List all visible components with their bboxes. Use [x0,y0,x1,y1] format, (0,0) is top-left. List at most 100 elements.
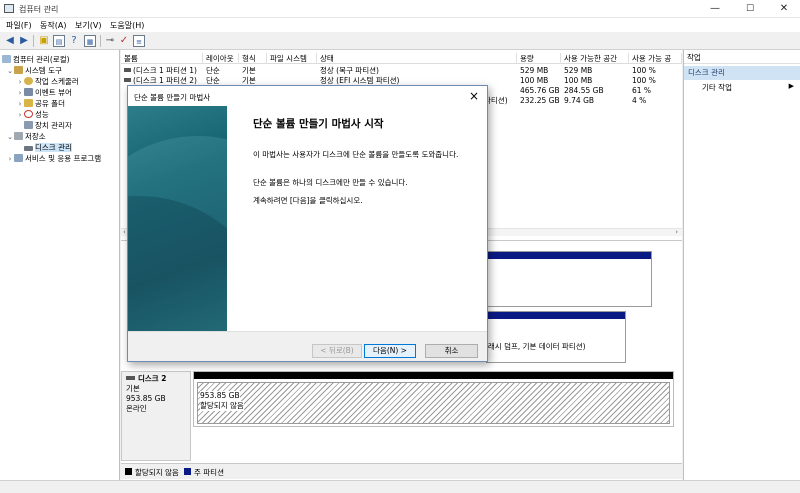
actions-header: 작업 [684,52,800,64]
disk-icon [126,376,135,380]
device-manager-icon [24,121,33,129]
tree-item-disk-management[interactable]: 디스크 관리 [24,142,72,153]
tree-item-task-scheduler[interactable]: › 작업 스케줄러 [16,76,79,87]
checklist-icon[interactable]: ✓ [118,35,130,47]
back-button[interactable]: < 뒤로(B) [312,344,362,358]
toolbar: ◀ ▶ ▣ ▤ ? ▦ ⊸ ✓ ≡ [0,32,800,50]
window-title: 컴퓨터 관리 [19,5,59,14]
wizard-banner-image [128,106,227,331]
properties-icon[interactable]: ▦ [84,35,96,47]
partition-block[interactable] [486,251,652,307]
clock-icon [24,77,33,85]
forward-arrow-icon[interactable]: ▶ [18,35,30,47]
tree-item-system-tools[interactable]: ⌄ 시스템 도구 [6,65,62,76]
legend-unallocated-label: 할당되지 않음 [135,468,179,477]
disk2-type: 기본 [126,384,140,393]
partition-status-text: 크래시 덤프, 기본 데이터 파티션) [481,342,586,351]
back-arrow-icon[interactable]: ◀ [4,35,16,47]
unallocated-bar [194,372,673,379]
actions-more[interactable]: 기타 작업 [702,82,732,93]
wizard-heading: 단순 볼륨 만들기 마법사 시작 [253,118,384,130]
toolbar-separator [100,35,101,47]
dialog-close-icon[interactable]: × [469,89,479,103]
disk2-name: 디스크 2 [138,374,167,383]
menu-file[interactable]: 파일(F) [6,20,32,31]
scroll-left-icon[interactable]: ‹ [123,228,126,236]
storage-icon [14,132,23,140]
column-capacity[interactable]: 용량 [517,53,561,64]
primary-partition-bar [487,312,625,319]
partition-block[interactable]: 크래시 덤프, 기본 데이터 파티션) [481,311,626,363]
close-button[interactable]: ✕ [767,0,800,18]
disk2-label[interactable]: 디스크 2 기본 953.85 GB 온라인 [121,371,191,461]
performance-icon [24,110,33,118]
chevron-right-icon[interactable]: › [6,154,14,165]
tools-icon [14,66,23,74]
disk2-size: 953.85 GB [126,394,166,403]
tree-item-event-viewer[interactable]: › 이벤트 뷰어 [16,87,72,98]
primary-partition-bar [487,252,651,259]
actions-disk-management[interactable]: 디스크 관리 [684,66,800,80]
computer-management-icon [4,4,14,13]
services-icon [14,154,23,162]
toolbar-separator [33,35,34,47]
list-icon[interactable]: ≡ [133,35,145,47]
disk2-status: 온라인 [126,404,147,413]
tree-item-shared-folders[interactable]: › 공유 폴더 [16,98,65,109]
next-button[interactable]: 다음(N) > [364,344,416,358]
menu-bar: 파일(F) 동작(A) 보기(V) 도움말(H) [0,18,800,32]
chevron-down-icon[interactable]: ⌄ [6,132,14,143]
legend: 할당되지 않음 주 파티션 [121,463,682,479]
disk-icon [24,146,33,151]
tree-item-root[interactable]: 컴퓨터 관리(로컬) [2,54,70,65]
menu-help[interactable]: 도움말(H) [110,20,144,31]
menu-action[interactable]: 동작(A) [40,20,66,31]
scroll-right-icon[interactable]: › [675,228,678,236]
connect-icon[interactable]: ⊸ [104,35,116,47]
computer-icon [2,55,11,63]
column-volume[interactable]: 볼륨 [121,53,203,64]
tree-item-storage[interactable]: ⌄ 저장소 [6,131,46,142]
volume-table-header: 볼륨 레이아웃 형식 파일 시스템 상태 용량 사용 가능한 공간 사용 가능 … [121,53,682,64]
title-bar: 컴퓨터 관리 — ☐ ✕ [0,0,800,18]
disk2-region-container: 953.85 GB 할당되지 않음 [193,371,674,427]
volume-icon [124,78,131,82]
chevron-right-icon: ▶ [788,82,794,90]
new-simple-volume-wizard: 단순 볼륨 만들기 마법사 × 단순 볼륨 만들기 마법사 시작 이 마법사는 … [127,85,488,362]
tree-item-device-manager[interactable]: 장치 관리자 [24,120,72,131]
dialog-title-bar: 단순 볼륨 만들기 마법사 × [128,86,487,106]
minimize-button[interactable]: — [698,0,732,18]
unallocated-status: 할당되지 않음 [200,401,244,411]
column-filesystem[interactable]: 파일 시스템 [267,53,317,64]
table-row[interactable]: (디스크 1 파티션 1) 단순 기본 정상 (복구 파티션) 529 MB 5… [121,66,682,76]
column-status[interactable]: 상태 [317,53,517,64]
wizard-paragraph-3: 계속하려면 [다음]을 클릭하십시오. [253,196,363,205]
maximize-button[interactable]: ☐ [733,0,767,18]
wizard-content: 단순 볼륨 만들기 마법사 시작 이 마법사는 사용자가 디스크에 단순 볼륨을… [227,106,487,331]
tree-item-services-apps[interactable]: › 서비스 및 응용 프로그램 [6,153,101,164]
unallocated-size: 953.85 GB [200,391,240,401]
chevron-right-icon[interactable]: › [16,110,24,121]
unallocated-region[interactable]: 953.85 GB 할당되지 않음 [197,382,670,424]
menu-view[interactable]: 보기(V) [75,20,101,31]
legend-primary-label: 주 파티션 [194,468,224,477]
legend-primary-swatch [184,468,191,475]
folder-up-icon[interactable]: ▣ [38,35,50,47]
event-viewer-icon [24,88,33,96]
column-type[interactable]: 형식 [239,53,267,64]
cancel-button[interactable]: 취소 [425,344,478,358]
column-free-space[interactable]: 사용 가능한 공간 [561,53,629,64]
tree-item-performance[interactable]: › 성능 [16,109,49,120]
navigation-tree: 컴퓨터 관리(로컬) ⌄ 시스템 도구 › 작업 스케줄러 › 이벤트 뷰어 › 공유 … [0,50,120,480]
shared-folder-icon [24,99,33,107]
column-percent-free[interactable]: 사용 가능 공 [629,53,682,64]
volume-icon [124,68,131,72]
help-icon[interactable]: ? [68,35,80,47]
column-layout[interactable]: 레이아웃 [203,53,239,64]
actions-pane: 작업 디스크 관리 기타 작업 ▶ [683,50,800,480]
dialog-title: 단순 볼륨 만들기 마법사 [134,93,211,102]
legend-unallocated-swatch [125,468,132,475]
chevron-down-icon[interactable]: ⌄ [6,66,14,77]
wizard-paragraph-2: 단순 볼륨은 하나의 디스크에만 만들 수 있습니다. [253,178,408,187]
show-hide-tree-icon[interactable]: ▤ [53,35,65,47]
